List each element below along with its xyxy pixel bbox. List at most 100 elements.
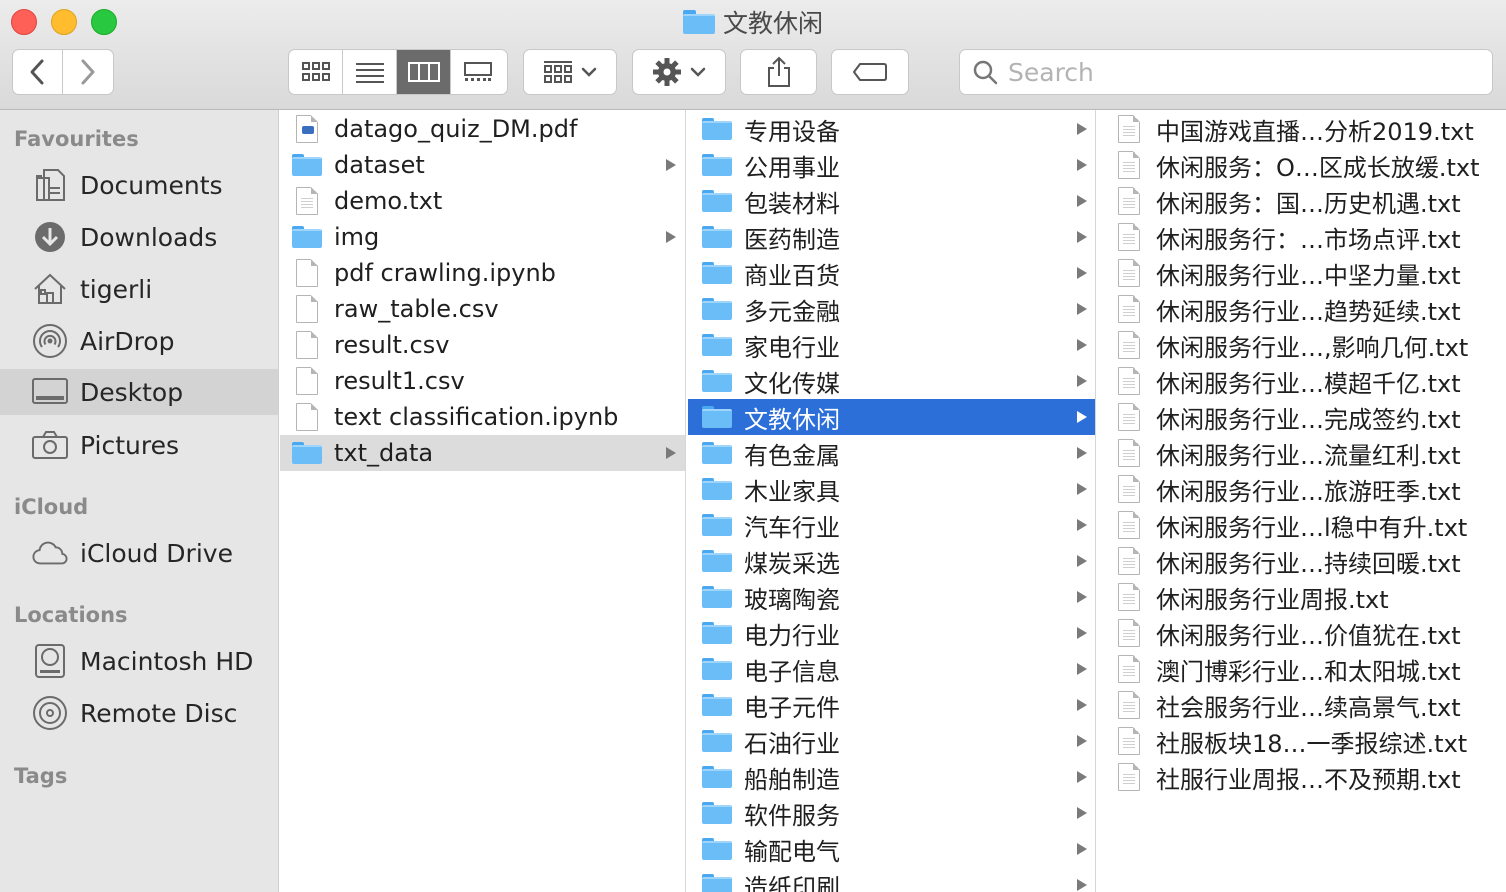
folder-row[interactable]: 电力行业 (688, 615, 1095, 651)
folder-row[interactable]: 医药制造 (688, 219, 1095, 255)
folder-row[interactable]: 木业家具 (688, 471, 1095, 507)
folder-row[interactable]: 汽车行业 (688, 507, 1095, 543)
sidebar-item-home[interactable]: tigerli (0, 266, 278, 312)
folder-icon (700, 403, 734, 431)
file-row[interactable]: 休闲服务行业…模超千亿.txt (1098, 363, 1506, 399)
folder-row[interactable]: 专用设备 (688, 111, 1095, 147)
sidebar-item-label: Documents (80, 170, 223, 200)
sidebar-item-desktop[interactable]: Desktop (0, 369, 278, 415)
file-row[interactable]: 休闲服务行业…持续回暖.txt (1098, 543, 1506, 579)
back-button[interactable] (13, 50, 63, 94)
file-row[interactable]: 休闲服务行业…价值犹在.txt (1098, 615, 1506, 651)
cloud-icon (32, 535, 68, 571)
list-view-button[interactable] (343, 50, 397, 94)
folder-row[interactable]: 商业百货 (688, 255, 1095, 291)
file-row[interactable]: 休闲服务行业…流量红利.txt (1098, 435, 1506, 471)
share-button[interactable] (740, 49, 817, 95)
disclosure-arrow-icon (1074, 518, 1090, 532)
file-row[interactable]: pdf crawling.ipynb (280, 255, 685, 291)
file-row[interactable]: datago_quiz_DM.pdf (280, 111, 685, 147)
file-row[interactable]: result1.csv (280, 363, 685, 399)
folder-name: txt_data (334, 439, 434, 467)
file-name: 社服板块18…一季报综述.txt (1156, 729, 1468, 758)
folder-name: 电子元件 (744, 693, 840, 722)
text-file-icon (1112, 691, 1146, 719)
file-row[interactable]: 社服板块18…一季报综述.txt (1098, 723, 1506, 759)
group-by-button[interactable] (523, 49, 617, 95)
file-row[interactable]: 休闲服务行业…旅游旺季.txt (1098, 471, 1506, 507)
file-row[interactable]: result.csv (280, 327, 685, 363)
folder-row[interactable]: img (280, 219, 685, 255)
sidebar-item-documents[interactable]: Documents (0, 162, 278, 208)
file-row[interactable]: raw_table.csv (280, 291, 685, 327)
folder-name: 船舶制造 (744, 765, 840, 794)
sidebar-item-downloads[interactable]: Downloads (0, 214, 278, 260)
column-view-button[interactable] (397, 50, 451, 94)
chevron-down-icon (581, 67, 597, 77)
folder-row[interactable]: 家电行业 (688, 327, 1095, 363)
file-row[interactable]: 休闲服务行业…完成签约.txt (1098, 399, 1506, 435)
forward-button[interactable] (63, 50, 113, 94)
sidebar-item-pictures[interactable]: Pictures (0, 422, 278, 468)
action-button[interactable] (632, 49, 726, 95)
folder-row[interactable]: 文化传媒 (688, 363, 1095, 399)
folder-row[interactable]: 石油行业 (688, 723, 1095, 759)
file-row[interactable]: 休闲服务：国…历史机遇.txt (1098, 183, 1506, 219)
file-row[interactable]: demo.txt (280, 183, 685, 219)
edit-tags-button[interactable] (831, 49, 909, 95)
file-name: 休闲服务行业…模超千亿.txt (1156, 369, 1461, 398)
sidebar-item-icloud-drive[interactable]: iCloud Drive (0, 530, 278, 576)
folder-row[interactable]: 造纸印刷 (688, 867, 1095, 892)
folder-row-selected[interactable]: 文教休闲 (688, 399, 1095, 435)
folder-row[interactable]: 船舶制造 (688, 759, 1095, 795)
file-row[interactable]: text classification.ipynb (280, 399, 685, 435)
file-row[interactable]: 休闲服务行业…趋势延续.txt (1098, 291, 1506, 327)
documents-icon (32, 167, 68, 203)
text-file-icon (1112, 331, 1146, 359)
file-row[interactable]: 休闲服务行：…市场点评.txt (1098, 219, 1506, 255)
folder-row[interactable]: 电子信息 (688, 651, 1095, 687)
text-file-icon (1112, 619, 1146, 647)
sidebar-item-remote-disc[interactable]: Remote Disc (0, 690, 278, 736)
disclosure-arrow-icon (1074, 410, 1090, 424)
folder-row-selected[interactable]: txt_data (280, 435, 685, 471)
search-input[interactable] (1008, 57, 1468, 87)
file-name: 休闲服务行业…旅游旺季.txt (1156, 477, 1461, 506)
disclosure-arrow-icon (1074, 338, 1090, 352)
sidebar-section-icloud: iCloud (14, 495, 89, 519)
file-row[interactable]: 中国游戏直播…分析2019.txt (1098, 111, 1506, 147)
folder-row[interactable]: 输配电气 (688, 831, 1095, 867)
tag-icon (853, 63, 887, 81)
text-file-icon (1112, 115, 1146, 143)
folder-icon (682, 10, 715, 34)
sidebar-item-macintosh-hd[interactable]: Macintosh HD (0, 638, 278, 684)
folder-name: 商业百货 (744, 261, 840, 290)
sidebar-item-airdrop[interactable]: AirDrop (0, 318, 278, 364)
folder-row[interactable]: 软件服务 (688, 795, 1095, 831)
file-row[interactable]: 休闲服务行业…l稳中有升.txt (1098, 507, 1506, 543)
file-row[interactable]: 社服行业周报…不及预期.txt (1098, 759, 1506, 795)
chevron-down-icon (690, 67, 706, 77)
folder-row[interactable]: 电子元件 (688, 687, 1095, 723)
file-row[interactable]: 休闲服务行业周报.txt (1098, 579, 1506, 615)
folder-row[interactable]: 多元金融 (688, 291, 1095, 327)
folder-row[interactable]: 包装材料 (688, 183, 1095, 219)
file-row[interactable]: 社会服务行业…续高景气.txt (1098, 687, 1506, 723)
gallery-view-button[interactable] (451, 50, 505, 94)
folder-icon (700, 547, 734, 575)
folder-row[interactable]: 有色金属 (688, 435, 1095, 471)
folder-row[interactable]: dataset (280, 147, 685, 183)
icon-view-button[interactable] (289, 50, 343, 94)
folder-row[interactable]: 煤炭采选 (688, 543, 1095, 579)
file-name: 休闲服务：国…历史机遇.txt (1156, 189, 1461, 218)
file-row[interactable]: 休闲服务行业…中坚力量.txt (1098, 255, 1506, 291)
folder-name: 医药制造 (744, 225, 840, 254)
disclosure-arrow-icon (1074, 302, 1090, 316)
file-row[interactable]: 休闲服务行业…,影响几何.txt (1098, 327, 1506, 363)
file-row[interactable]: 休闲服务：O…区成长放缓.txt (1098, 147, 1506, 183)
file-row[interactable]: 澳门博彩行业…和太阳城.txt (1098, 651, 1506, 687)
folder-row[interactable]: 公用事业 (688, 147, 1095, 183)
search-field[interactable] (959, 49, 1493, 95)
folder-row[interactable]: 玻璃陶瓷 (688, 579, 1095, 615)
folder-icon (700, 259, 734, 287)
